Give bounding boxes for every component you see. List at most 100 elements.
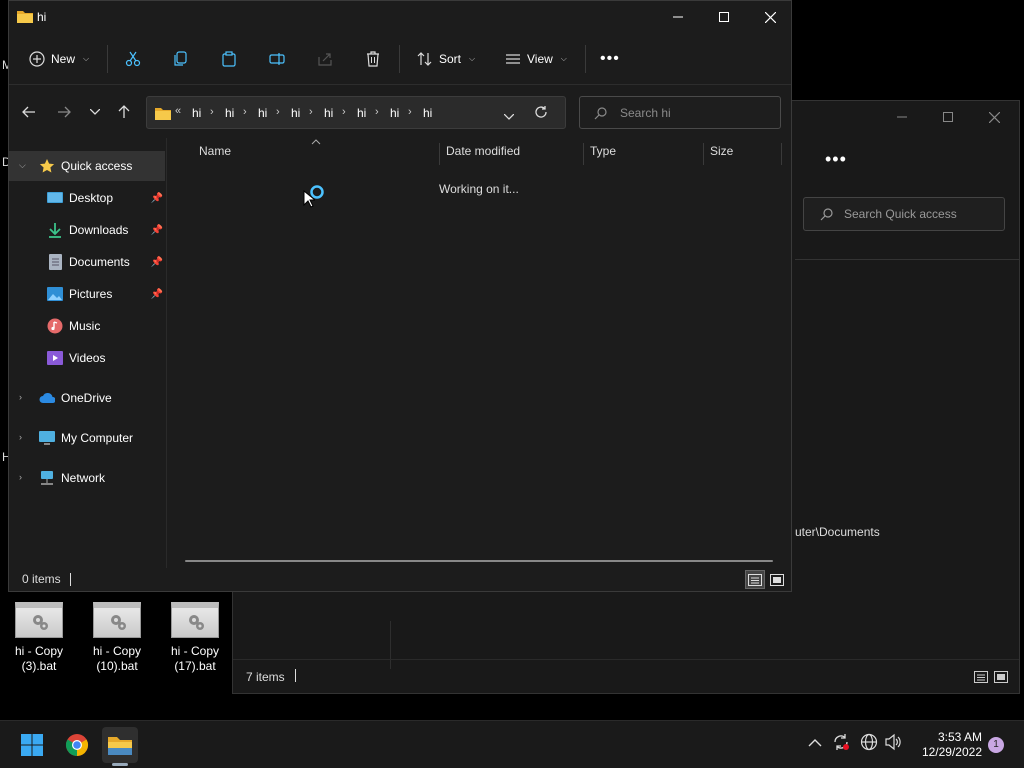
- new-button[interactable]: New ⌵: [29, 43, 89, 75]
- breadcrumb-item[interactable]: hi: [258, 106, 267, 120]
- music-icon: [47, 318, 63, 334]
- close-icon[interactable]: [971, 101, 1017, 133]
- active-app-indicator: [112, 763, 128, 766]
- cut-button[interactable]: [125, 43, 141, 75]
- scissors-icon: [125, 51, 141, 67]
- volume-button[interactable]: [884, 733, 902, 754]
- sidebar-item-downloads[interactable]: Downloads 📌: [9, 215, 165, 245]
- column-divider[interactable]: [583, 143, 584, 165]
- sidebar-item-documents[interactable]: Documents 📌: [9, 247, 165, 277]
- breadcrumb-separator-icon[interactable]: ›: [408, 106, 412, 118]
- desktop-icon-bat[interactable]: hi - Copy (3).bat: [9, 602, 69, 674]
- forward-button[interactable]: [52, 100, 76, 124]
- sidebar-item-my-computer[interactable]: › My Computer: [9, 423, 165, 453]
- file-explorer-taskbar-button[interactable]: [102, 727, 138, 763]
- rename-button[interactable]: [269, 43, 285, 75]
- large-icons-view-button[interactable]: [991, 667, 1011, 686]
- divider: [399, 45, 400, 73]
- horizontal-scrollbar[interactable]: [185, 560, 773, 562]
- sidebar-item-onedrive[interactable]: › OneDrive: [9, 383, 165, 413]
- breadcrumb-item[interactable]: hi: [390, 106, 399, 120]
- breadcrumb-item[interactable]: hi: [192, 106, 201, 120]
- more-options-button[interactable]: •••: [825, 149, 847, 170]
- explorer-window[interactable]: hi New ⌵ Sort ⌵ View ⌵ ••• « hi › hi › h…: [8, 0, 792, 592]
- copy-button[interactable]: [173, 43, 189, 75]
- clock[interactable]: 3:53 AM 12/29/2022: [912, 730, 982, 760]
- maximize-button[interactable]: [701, 1, 747, 33]
- refresh-button[interactable]: [534, 105, 548, 122]
- chrome-taskbar-button[interactable]: [59, 727, 95, 763]
- search-quick-access-input[interactable]: Search Quick access: [803, 197, 1005, 231]
- breadcrumb-item[interactable]: hi: [423, 106, 432, 120]
- column-header-date-modified[interactable]: Date modified: [446, 144, 520, 164]
- address-bar[interactable]: « hi › hi › hi › hi › hi › hi › hi › hi: [146, 96, 566, 129]
- divider: [585, 45, 586, 73]
- column-header-type[interactable]: Type: [590, 144, 616, 164]
- back-button[interactable]: [17, 100, 41, 124]
- breadcrumb-separator-icon[interactable]: ›: [243, 106, 247, 118]
- address-dropdown-button[interactable]: [503, 109, 515, 123]
- sidebar-item-desktop[interactable]: Desktop 📌: [9, 183, 165, 213]
- sort-button[interactable]: Sort ⌵: [417, 43, 475, 75]
- sync-status-button[interactable]: [832, 733, 850, 754]
- paste-button[interactable]: [221, 43, 237, 75]
- share-button[interactable]: [317, 43, 333, 75]
- breadcrumb-separator-icon[interactable]: ›: [276, 106, 280, 118]
- view-button[interactable]: View ⌵: [505, 43, 567, 75]
- breadcrumb-item[interactable]: hi: [324, 106, 333, 120]
- picture-icon: [47, 286, 63, 302]
- maximize-icon[interactable]: [925, 101, 971, 133]
- chevron-down-icon[interactable]: ⌵: [19, 160, 26, 171]
- notification-badge[interactable]: 1: [988, 737, 1004, 753]
- sidebar-item-pictures[interactable]: Pictures 📌: [9, 279, 165, 309]
- column-divider[interactable]: [703, 143, 704, 165]
- close-button[interactable]: [747, 1, 793, 33]
- sidebar-item-quick-access[interactable]: ⌵ Quick access: [9, 151, 165, 181]
- desktop-icon-bat[interactable]: hi - Copy (10).bat: [87, 602, 147, 674]
- breadcrumb-item[interactable]: hi: [225, 106, 234, 120]
- details-view-button[interactable]: [971, 667, 991, 686]
- chevron-right-icon[interactable]: ›: [19, 432, 22, 442]
- sidebar-item-network[interactable]: › Network: [9, 463, 165, 493]
- breadcrumb-separator-icon[interactable]: ›: [309, 106, 313, 118]
- more-options-button[interactable]: •••: [600, 43, 620, 75]
- column-header-size[interactable]: Size: [710, 144, 733, 164]
- breadcrumb-separator-icon[interactable]: ›: [342, 106, 346, 118]
- breadcrumb-item[interactable]: hi: [357, 106, 366, 120]
- folder-icon: [108, 737, 132, 755]
- sidebar-item-music[interactable]: Music: [9, 311, 165, 341]
- globe-icon: [860, 733, 878, 751]
- desktop-icon-bat[interactable]: hi - Copy (17).bat: [165, 602, 225, 674]
- large-icons-view-button[interactable]: [767, 570, 787, 589]
- divider: [795, 259, 1019, 260]
- column-header-name[interactable]: Name: [199, 144, 231, 164]
- up-button[interactable]: [112, 100, 136, 124]
- start-button[interactable]: [14, 727, 50, 763]
- document-icon: [47, 254, 63, 270]
- delete-button[interactable]: [365, 43, 381, 75]
- breadcrumb-separator-icon[interactable]: ›: [375, 106, 379, 118]
- time: 3:53 AM: [937, 730, 982, 744]
- breadcrumb-separator-icon[interactable]: ›: [210, 106, 214, 118]
- network-button[interactable]: [860, 733, 878, 754]
- copy-icon: [174, 51, 187, 66]
- sidebar-item-videos[interactable]: Videos: [9, 343, 165, 373]
- search-placeholder: Search hi: [620, 106, 671, 120]
- recent-locations-button[interactable]: [83, 100, 107, 124]
- overflow-indicator[interactable]: «: [175, 105, 181, 117]
- column-divider[interactable]: [439, 143, 440, 165]
- column-divider[interactable]: [781, 143, 782, 165]
- chevron-right-icon[interactable]: ›: [19, 392, 22, 402]
- share-icon: [318, 53, 332, 66]
- titlebar[interactable]: hi: [9, 1, 791, 33]
- minimize-button[interactable]: [655, 1, 701, 33]
- chevron-right-icon[interactable]: ›: [19, 472, 22, 482]
- view-label: View: [527, 52, 553, 66]
- breadcrumb-item[interactable]: hi: [291, 106, 300, 120]
- show-hidden-icons-button[interactable]: [808, 735, 822, 751]
- minimize-icon[interactable]: [879, 101, 925, 133]
- icon-label: hi - Copy (10).bat: [92, 644, 142, 673]
- details-view-button[interactable]: [745, 570, 765, 589]
- pin-icon: 📌: [150, 288, 163, 300]
- search-input[interactable]: Search hi: [579, 96, 781, 129]
